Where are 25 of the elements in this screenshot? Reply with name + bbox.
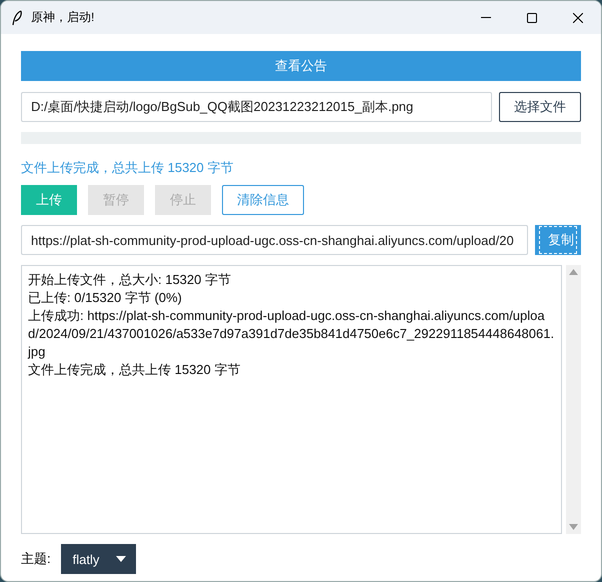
log-line: 上传成功: https://plat-sh-community-prod-upload-ugc.oss-cn-shanghai.aliyuncs.com/upload/2024/09/21/437001026/a533e7d97a391d7de35b841d4750e6c7_2922911854448648061.jpg	[28, 307, 555, 361]
scroll-up-icon	[569, 269, 578, 275]
close-icon	[573, 12, 583, 22]
theme-value: flatly	[72, 552, 100, 566]
log-line: 已上传: 0/15320 字节 (0%)	[28, 289, 183, 307]
theme-label: 主题:	[21, 550, 51, 568]
log-line: 开始上传文件，总大小: 15320 字节	[28, 271, 232, 289]
minimize-icon	[481, 17, 491, 18]
maximize-icon	[527, 12, 537, 22]
log-text-area[interactable]	[21, 265, 562, 534]
action-button[interactable]: 上传	[21, 185, 77, 215]
copy-button[interactable]: 复制	[535, 225, 581, 255]
scroll-down-icon	[569, 524, 578, 530]
scrollbar[interactable]	[566, 265, 581, 534]
window-title: 原神，启动!	[31, 9, 94, 26]
clear-button[interactable]: 清除信息	[222, 185, 304, 215]
feather-icon	[11, 10, 23, 26]
log-line: 文件上传完成，总共上传 15320 字节	[28, 361, 242, 379]
notice-button[interactable]: 查看公告	[21, 51, 581, 81]
choose-file-button[interactable]: 选择文件	[499, 92, 581, 122]
theme-dropdown[interactable]: flatly	[60, 544, 136, 574]
status-text: 文件上传完成，总共上传 15320 字节	[21, 159, 234, 177]
caret-icon	[116, 556, 126, 562]
url-field[interactable]: https://plat-sh-community-prod-upload-ugc.oss-cn-shanghai.aliyuncs.com/upload/20	[21, 225, 528, 255]
file-path-field[interactable]: D:/桌面/快捷启动/logo/BgSub_QQ截图20231223212015_副本.png	[21, 92, 492, 122]
